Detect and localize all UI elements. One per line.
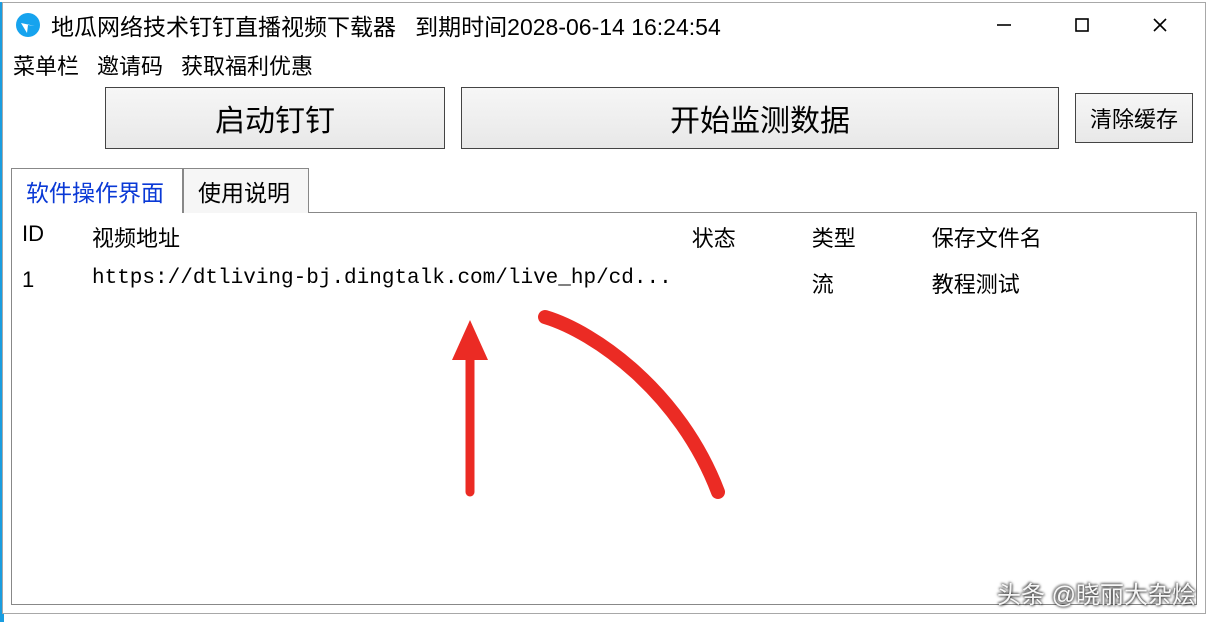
col-header-status[interactable]: 状态 (682, 213, 802, 259)
app-title: 地瓜网络技术钉钉直播视频下载器 到期时间2028-06-14 16:24:54 (51, 8, 721, 42)
maximize-button[interactable] (1043, 3, 1121, 47)
col-header-id[interactable]: ID (12, 213, 82, 259)
menu-item-invite[interactable]: 邀请码 (97, 49, 163, 81)
titlebar: 地瓜网络技术钉钉直播视频下载器 到期时间2028-06-14 16:24:54 (3, 3, 1205, 47)
col-header-filename[interactable]: 保存文件名 (922, 213, 1196, 259)
menu-item-benefits[interactable]: 获取福利优惠 (181, 49, 313, 81)
table-row[interactable]: 1 https://dtliving-bj.dingtalk.com/live_… (12, 259, 1196, 305)
clear-cache-button[interactable]: 清除缓存 (1075, 93, 1193, 143)
main-window: 地瓜网络技术钉钉直播视频下载器 到期时间2028-06-14 16:24:54 … (2, 2, 1206, 614)
table-header-row: ID 视频地址 状态 类型 保存文件名 (12, 213, 1196, 259)
cell-filename: 教程测试 (922, 259, 1196, 305)
tab-operation[interactable]: 软件操作界面 (11, 168, 183, 213)
launch-dingtalk-button[interactable]: 启动钉钉 (105, 87, 445, 149)
menubar: 菜单栏 邀请码 获取福利优惠 (3, 47, 1205, 83)
close-button[interactable] (1121, 3, 1199, 47)
menu-item-main[interactable]: 菜单栏 (13, 49, 79, 81)
col-header-url[interactable]: 视频地址 (82, 213, 682, 259)
tab-strip: 软件操作界面 使用说明 (3, 161, 1205, 212)
cell-type: 流 (802, 259, 922, 305)
cell-status (682, 259, 802, 305)
cell-id: 1 (12, 259, 82, 305)
app-icon (15, 12, 41, 38)
cell-url: https://dtliving-bj.dingtalk.com/live_hp… (82, 259, 682, 305)
start-monitor-button[interactable]: 开始监测数据 (461, 87, 1059, 149)
action-row: 启动钉钉 开始监测数据 清除缓存 (3, 83, 1205, 157)
minimize-button[interactable] (965, 3, 1043, 47)
window-controls (965, 3, 1199, 47)
col-header-type[interactable]: 类型 (802, 213, 922, 259)
content-panel: ID 视频地址 状态 类型 保存文件名 1 https://dtliving-b… (11, 212, 1197, 605)
tab-instructions[interactable]: 使用说明 (183, 168, 309, 213)
video-table: ID 视频地址 状态 类型 保存文件名 1 https://dtliving-b… (12, 213, 1196, 305)
